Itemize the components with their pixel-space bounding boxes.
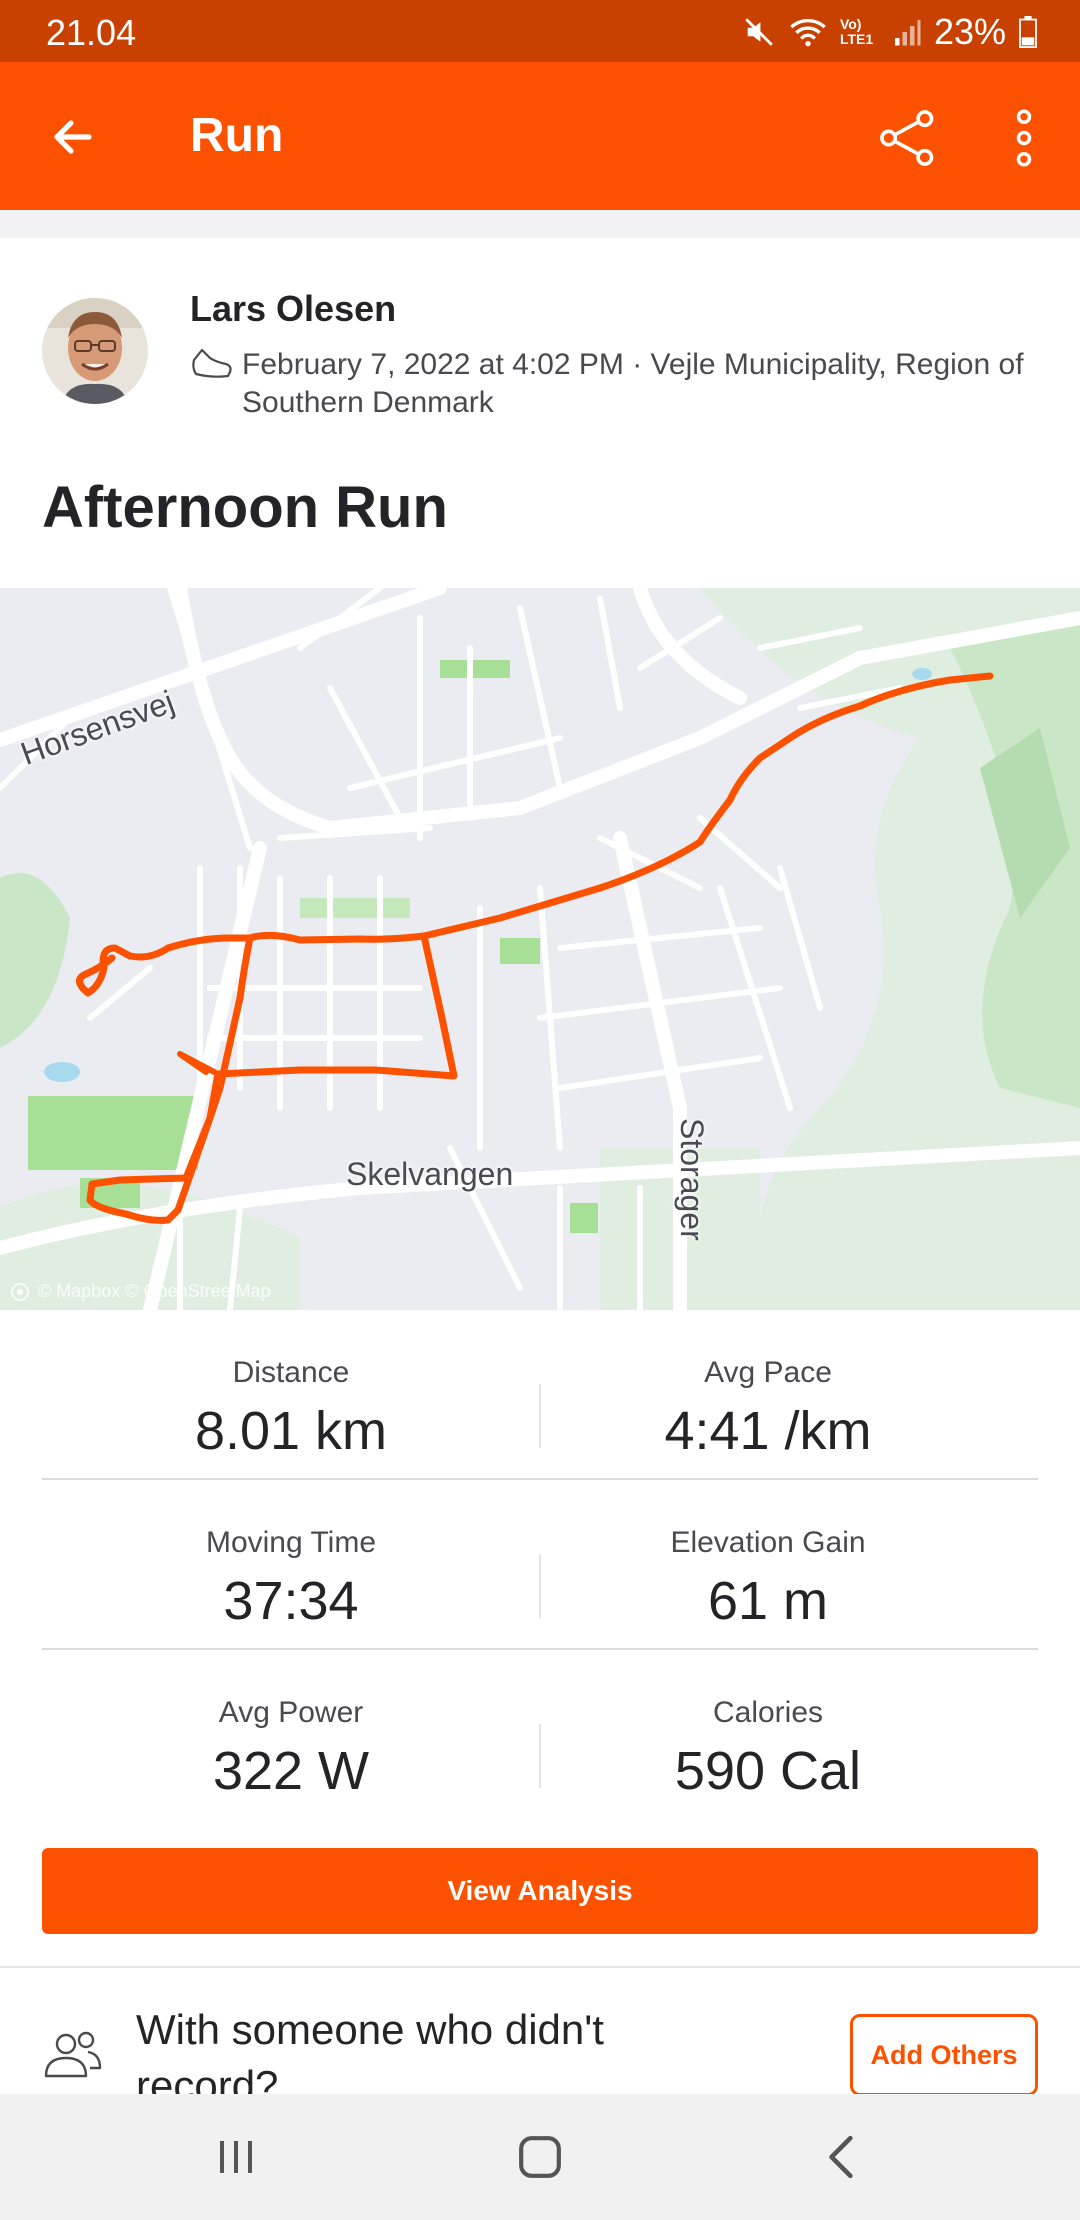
status-icons: Vo) LTE1 23% xyxy=(742,10,1038,54)
stat-avg-power: Avg Power 322 W xyxy=(0,1650,582,1802)
stats-row: Moving Time 37:34 Elevation Gain 61 m xyxy=(42,1480,1038,1650)
recents-button[interactable] xyxy=(196,2124,276,2190)
share-icon xyxy=(880,110,934,166)
stat-moving-time: Moving Time 37:34 xyxy=(0,1480,582,1632)
mapbox-logo-icon xyxy=(11,1282,29,1301)
athlete-name[interactable]: Lars Olesen xyxy=(190,288,396,330)
people-icon xyxy=(44,2031,102,2078)
map-label-skelvangen: Skelvangen xyxy=(346,1156,514,1192)
nav-back-button[interactable] xyxy=(802,2124,882,2190)
stat-label: Distance xyxy=(232,1356,350,1389)
system-nav-bar xyxy=(0,2094,1080,2220)
stat-label: Avg Power xyxy=(218,1696,364,1729)
app-bar: Run xyxy=(0,62,1080,210)
shoe-icon xyxy=(192,348,232,378)
stats-grid: Distance 8.01 km Avg Pace 4:41 /km Movin… xyxy=(42,1310,1038,1820)
view-analysis-button[interactable]: View Analysis xyxy=(42,1848,1038,1934)
activity-title: Afternoon Run xyxy=(42,475,448,540)
stat-label: Elevation Gain xyxy=(670,1526,866,1559)
stat-label: Avg Pace xyxy=(704,1356,832,1389)
more-vert-icon xyxy=(1016,109,1032,167)
stat-value: 4:41 /km xyxy=(664,1401,872,1461)
signal-icon xyxy=(894,20,921,46)
home-icon xyxy=(519,2136,561,2178)
stat-value: 37:34 xyxy=(223,1571,359,1631)
date-location: February 7, 2022 at 4:02 PM · Vejle Muni… xyxy=(242,348,1024,419)
back-arrow-icon xyxy=(54,120,92,154)
stat-label: Calories xyxy=(712,1696,824,1729)
battery-percent: 23% xyxy=(933,11,1006,52)
recents-icon xyxy=(220,2141,252,2173)
share-button[interactable] xyxy=(868,98,948,178)
stat-label: Moving Time xyxy=(205,1526,377,1559)
status-time: 21.04 xyxy=(46,12,137,53)
wifi-icon xyxy=(790,19,826,47)
map-attribution[interactable]: © Mapbox © OpenStreetMap xyxy=(10,1281,271,1302)
nav-back-icon xyxy=(829,2135,853,2179)
section-divider xyxy=(0,1966,1080,1968)
stat-value: 61 m xyxy=(707,1571,829,1631)
back-button[interactable] xyxy=(36,100,110,174)
stat-value: 322 W xyxy=(212,1741,370,1801)
map-label-storager: Storager xyxy=(674,1118,710,1241)
stat-calories: Calories 590 Cal xyxy=(498,1650,1038,1802)
more-options-button[interactable] xyxy=(1000,98,1048,178)
home-button[interactable] xyxy=(500,2124,580,2190)
route-map[interactable]: Horsensvej Skelvangen Storager © Mapbox … xyxy=(0,588,1080,1310)
page-title: Run xyxy=(190,109,284,162)
add-others-button[interactable]: Add Others xyxy=(850,2014,1038,2096)
stat-value: 8.01 km xyxy=(194,1401,388,1461)
status-bar: 21.04 Vo) LTE1 23% xyxy=(0,0,1080,62)
stats-row: Distance 8.01 km Avg Pace 4:41 /km xyxy=(42,1310,1038,1480)
stat-distance: Distance 8.01 km xyxy=(0,1310,582,1462)
section-divider xyxy=(0,210,1080,238)
battery-icon xyxy=(1019,16,1037,48)
stat-value: 590 Cal xyxy=(674,1741,862,1801)
stat-elevation-gain: Elevation Gain 61 m xyxy=(498,1480,1038,1632)
stat-avg-pace: Avg Pace 4:41 /km xyxy=(498,1310,1038,1462)
avatar[interactable] xyxy=(42,298,148,404)
mute-icon xyxy=(745,18,773,46)
network-label: Vo) LTE1 xyxy=(839,16,874,47)
attribution-text: © Mapbox © OpenStreetMap xyxy=(38,1281,271,1301)
stats-row: Avg Power 322 W Calories 590 Cal xyxy=(42,1650,1038,1820)
